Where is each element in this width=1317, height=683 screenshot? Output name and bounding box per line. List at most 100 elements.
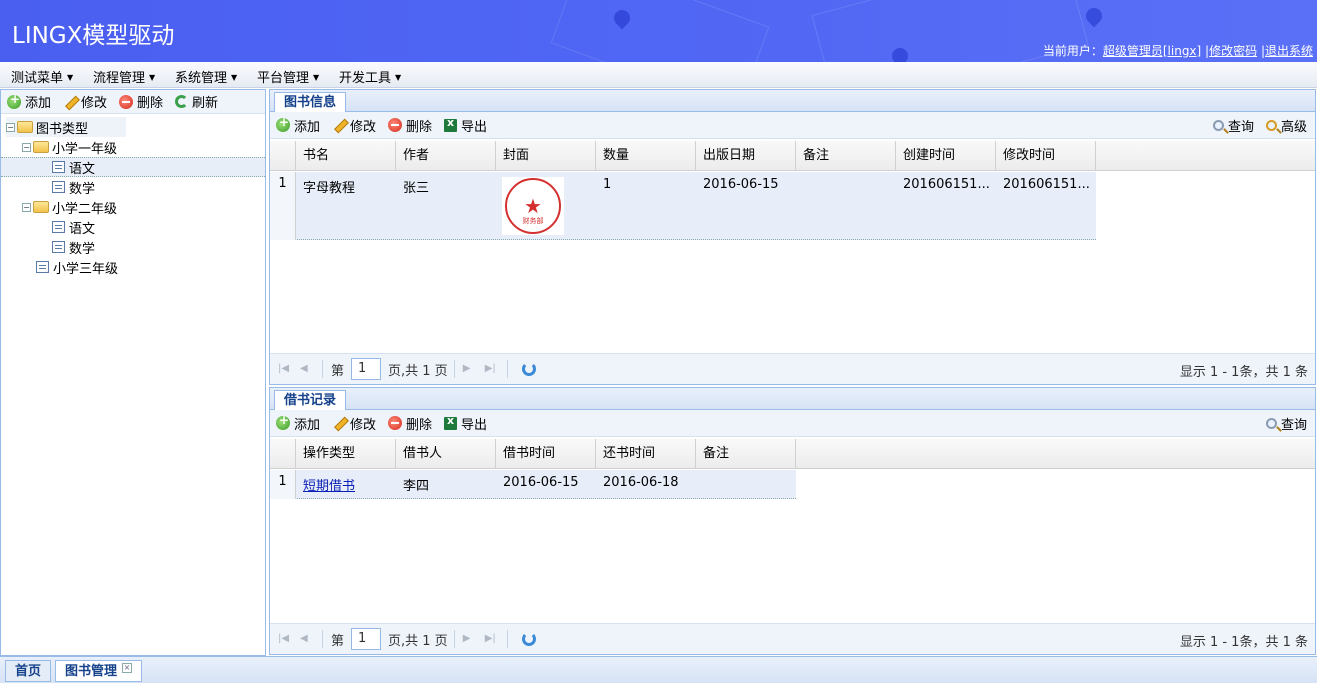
col-header-title[interactable]: 书名 <box>296 141 396 171</box>
menu-platform[interactable]: 平台管理 ▼ <box>257 67 319 86</box>
prev-page-icon[interactable]: ◀ <box>300 633 312 645</box>
tree-node-grade2-chinese[interactable]: 语文 <box>52 217 95 237</box>
cover-image: ★ 财务部 <box>502 177 564 235</box>
borrow-add-button[interactable]: 添加 <box>276 413 320 433</box>
col-header-author[interactable]: 作者 <box>396 141 496 171</box>
book-edit-button[interactable]: 修改 <box>332 116 376 135</box>
col-header-borrow-time[interactable]: 借书时间 <box>496 439 596 469</box>
col-header-pubdate[interactable]: 出版日期 <box>696 141 796 171</box>
table-row[interactable]: 1 字母教程 张三 ★ 财务部 1 2016-06-15 201606151...… <box>270 172 1096 240</box>
collapse-icon[interactable]: − <box>22 202 31 212</box>
book-advanced-button[interactable]: 高级 <box>1265 116 1307 135</box>
tab-borrow-records[interactable]: 借书记录 <box>274 390 347 411</box>
tree-node-grade2[interactable]: − 小学二年级 <box>22 197 117 217</box>
borrow-query-button[interactable]: 查询 <box>1265 414 1307 433</box>
menu-label: 系统管理 <box>175 71 228 86</box>
current-user-label: 当前用户： <box>1042 44 1103 58</box>
book-pager: |◀ ◀ 第 1 页,共 1 页 ▶ ▶| 显示 1 - 1条，共 1 条 <box>270 353 1315 384</box>
collapse-icon[interactable]: − <box>22 142 31 152</box>
pager-label: 第 <box>331 363 345 379</box>
rownum-header <box>270 439 296 469</box>
col-header-remark[interactable]: 备注 <box>696 439 796 469</box>
refresh-icon[interactable] <box>521 632 536 646</box>
button-label: 查询 <box>1227 120 1254 135</box>
pager-info: 显示 1 - 1条，共 1 条 <box>1179 635 1308 650</box>
col-header-borrower[interactable]: 借书人 <box>396 439 496 469</box>
last-page-icon[interactable]: ▶| <box>485 633 497 645</box>
tree-add-button[interactable]: 添加 <box>7 92 51 111</box>
tab-book-info[interactable]: 图书信息 <box>274 92 347 113</box>
col-header-operation[interactable]: 操作类型 <box>296 439 396 469</box>
tree-node-grade2-math[interactable]: 数学 <box>52 237 95 257</box>
next-page-icon[interactable]: ▶ <box>463 363 475 375</box>
borrow-record-panel: 借书记录 添加 修改 删除 导出 查询 操作类型 借书人 借书时间 还书时间 备… <box>269 387 1316 655</box>
file-icon <box>52 241 65 253</box>
col-header-cover[interactable]: 封面 <box>496 141 596 171</box>
tree-node-label: 小学三年级 <box>53 261 119 277</box>
tab-home[interactable]: 首页 <box>5 660 52 682</box>
first-page-icon[interactable]: |◀ <box>278 363 290 375</box>
chevron-down-icon: ▼ <box>231 73 238 82</box>
refresh-icon[interactable] <box>521 362 536 376</box>
menu-devtools[interactable]: 开发工具 ▼ <box>339 67 401 86</box>
tree-node-label: 小学二年级 <box>52 201 118 217</box>
borrow-delete-button[interactable]: 删除 <box>388 414 432 433</box>
tree-node-grade1-chinese[interactable]: 语文 <box>1 157 265 177</box>
next-page-icon[interactable]: ▶ <box>463 633 475 645</box>
tree-node-grade1-math[interactable]: 数学 <box>52 177 95 197</box>
col-header-quantity[interactable]: 数量 <box>596 141 696 171</box>
col-header-remark[interactable]: 备注 <box>796 141 896 171</box>
stamp-text: 财务部 <box>522 217 544 225</box>
cell-pubdate: 2016-06-15 <box>703 177 779 192</box>
last-page-icon[interactable]: ▶| <box>485 363 497 375</box>
tree-delete-button[interactable]: 删除 <box>119 92 163 111</box>
table-row[interactable]: 1 短期借书 李四 2016-06-15 2016-06-18 <box>270 470 796 499</box>
menu-system[interactable]: 系统管理 ▼ <box>175 67 237 86</box>
book-delete-button[interactable]: 删除 <box>388 116 432 135</box>
col-header-modified[interactable]: 修改时间 <box>996 141 1096 171</box>
col-header-created[interactable]: 创建时间 <box>896 141 996 171</box>
menu-bar: 测试菜单 ▼ 流程管理 ▼ 系统管理 ▼ 平台管理 ▼ 开发工具 ▼ <box>0 62 1317 88</box>
tree-node-root[interactable]: − 图书类型 <box>6 117 126 137</box>
borrow-toolbar: 添加 修改 删除 导出 查询 <box>270 410 1315 437</box>
borrow-export-button[interactable]: 导出 <box>444 414 487 433</box>
folder-open-icon <box>33 201 49 213</box>
bottom-tab-bar: 首页 图书管理 × <box>0 656 1317 683</box>
tree-node-label: 小学一年级 <box>52 141 118 157</box>
cell-modified: 201606151... <box>1003 177 1090 192</box>
borrow-edit-button[interactable]: 修改 <box>332 414 376 433</box>
page-number-input[interactable]: 1 <box>351 628 382 650</box>
col-header-return-time[interactable]: 还书时间 <box>596 439 696 469</box>
book-query-button[interactable]: 查询 <box>1212 116 1254 135</box>
row-number: 1 <box>270 470 296 499</box>
logout-link[interactable]: 退出系统 <box>1265 44 1313 58</box>
folder-open-icon <box>33 141 49 153</box>
advanced-search-icon <box>1265 120 1277 131</box>
operation-type-link[interactable]: 短期借书 <box>303 479 355 494</box>
prev-page-icon[interactable]: ◀ <box>300 363 312 375</box>
cell-created: 201606151... <box>903 177 990 192</box>
menu-label: 开发工具 <box>339 71 392 86</box>
cell-return-time: 2016-06-18 <box>603 475 679 490</box>
tab-book-management[interactable]: 图书管理 × <box>55 660 143 682</box>
close-icon[interactable]: × <box>122 663 133 673</box>
file-icon <box>52 221 65 233</box>
current-user-link[interactable]: 超级管理员[lingx] <box>1103 44 1201 58</box>
chevron-down-icon: ▼ <box>395 73 402 82</box>
first-page-icon[interactable]: |◀ <box>278 633 290 645</box>
menu-test[interactable]: 测试菜单 ▼ <box>11 67 73 86</box>
refresh-icon <box>175 95 189 108</box>
excel-icon <box>444 414 458 430</box>
collapse-icon[interactable]: − <box>6 122 15 132</box>
change-password-link[interactable]: 修改密码 <box>1209 44 1257 58</box>
tree-refresh-button[interactable]: 刷新 <box>175 92 218 111</box>
tree-node-grade3[interactable]: 小学三年级 <box>36 257 118 277</box>
book-export-button[interactable]: 导出 <box>444 116 487 135</box>
page-number-input[interactable]: 1 <box>351 358 382 380</box>
tree-node-grade1[interactable]: − 小学一年级 <box>22 137 117 157</box>
menu-workflow[interactable]: 流程管理 ▼ <box>93 67 155 86</box>
tree-edit-button[interactable]: 修改 <box>63 92 107 111</box>
user-bar: 当前用户：超级管理员[lingx] |修改密码 |退出系统 <box>1043 42 1313 59</box>
book-add-button[interactable]: 添加 <box>276 115 320 135</box>
book-grid-header: 书名 作者 封面 数量 出版日期 备注 创建时间 修改时间 <box>270 141 1315 171</box>
